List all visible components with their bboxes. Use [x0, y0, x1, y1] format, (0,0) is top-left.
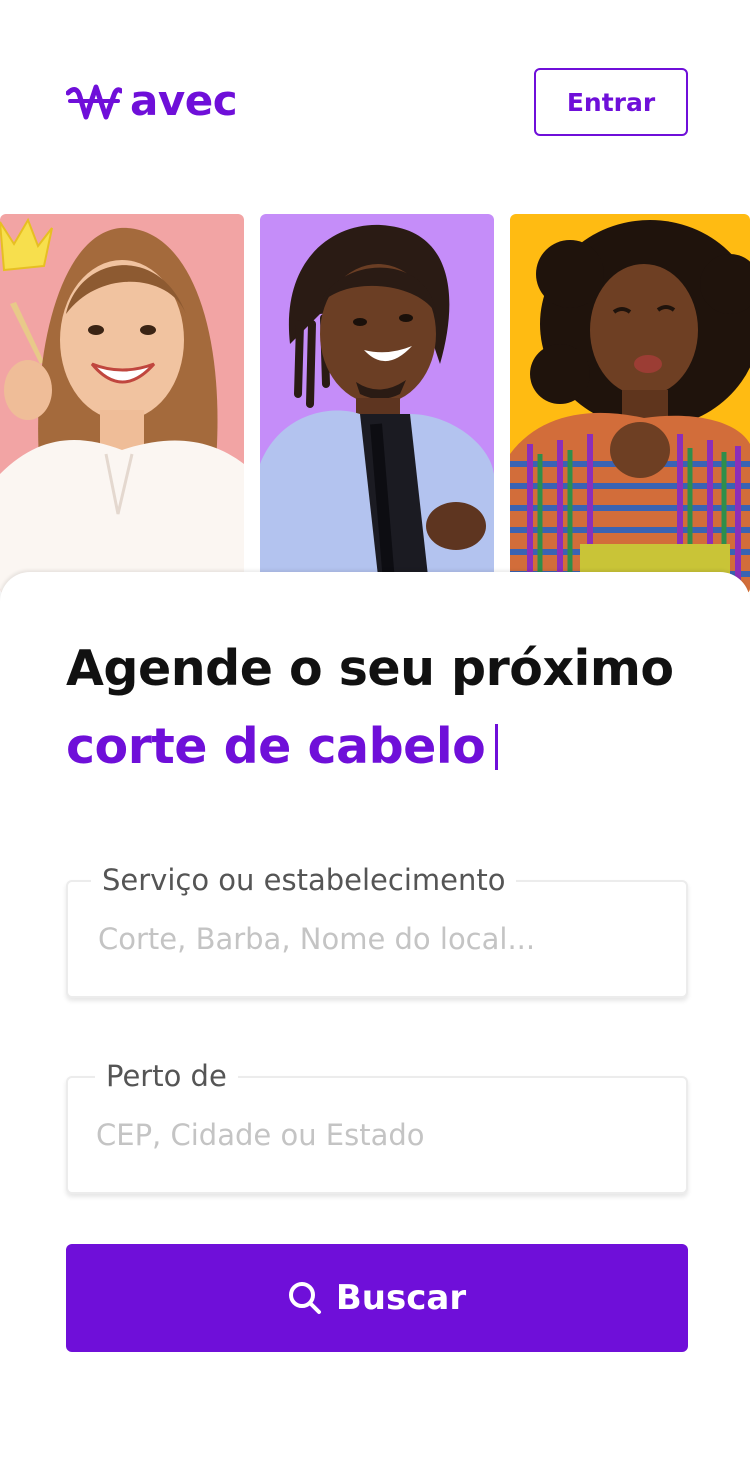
logo[interactable]: avec	[66, 76, 238, 125]
text-cursor	[495, 723, 499, 770]
login-button[interactable]: Entrar	[534, 68, 688, 136]
location-field: Perto de	[66, 1056, 688, 1194]
search-icon	[288, 1282, 321, 1314]
search-button-label: Buscar	[335, 1278, 467, 1318]
logo-text: avec	[130, 76, 238, 125]
avec-logo-icon	[66, 84, 122, 120]
search-button[interactable]: Buscar	[66, 1244, 688, 1352]
headline: Agende o seu próximo	[66, 640, 674, 697]
photo-man-suit	[260, 214, 494, 594]
location-input[interactable]	[68, 1078, 686, 1192]
service-input[interactable]	[68, 882, 686, 996]
service-field: Serviço ou estabelecimento	[66, 860, 688, 998]
header: avec Entrar	[0, 0, 750, 200]
headline-highlight: corte de cabelo	[66, 718, 499, 775]
photo-woman-crown	[0, 214, 244, 594]
photo-gallery	[0, 214, 750, 594]
headline-highlight-text: corte de cabelo	[66, 718, 486, 775]
photo-woman-curly	[510, 214, 750, 594]
